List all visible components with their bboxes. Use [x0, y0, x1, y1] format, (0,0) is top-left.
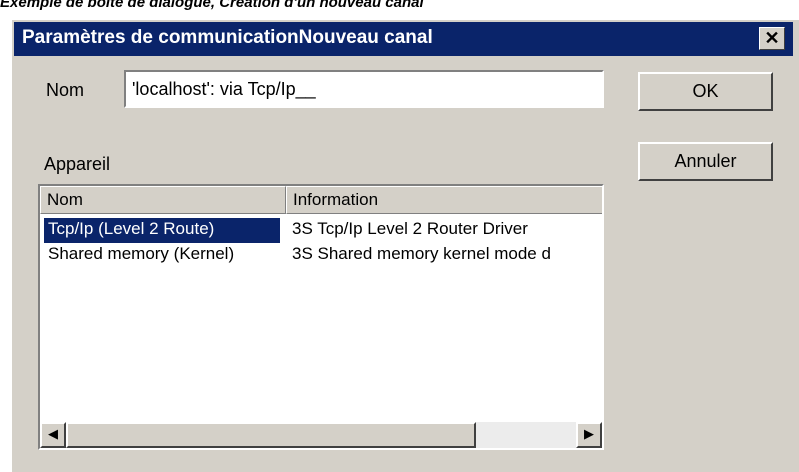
- column-header-information[interactable]: Information: [286, 186, 602, 214]
- figure-caption: Exemple de boîte de dialogue, Création d…: [0, 0, 424, 11]
- device-info-cell: 3S Shared memory kernel mode d: [292, 244, 551, 263]
- close-icon: ✕: [764, 28, 780, 48]
- scroll-thumb[interactable]: [66, 422, 476, 448]
- column-header-name[interactable]: Nom: [40, 186, 286, 214]
- device-name-cell[interactable]: Tcp/Ip (Level 2 Route): [44, 218, 280, 243]
- list-item[interactable]: Tcp/Ip (Level 2 Route) 3S Tcp/Ip Level 2…: [40, 218, 602, 243]
- scroll-right-button[interactable]: ▶: [576, 422, 602, 448]
- communication-dialog: Paramètres de communicationNouveau canal…: [10, 18, 799, 472]
- dialog-title: Paramètres de communicationNouveau canal: [22, 27, 433, 48]
- close-button[interactable]: ✕: [759, 27, 785, 50]
- ok-button[interactable]: OK: [638, 72, 773, 111]
- dialog-titlebar[interactable]: Paramètres de communicationNouveau canal…: [14, 22, 793, 56]
- name-input[interactable]: [124, 70, 604, 108]
- name-label: Nom: [46, 80, 85, 100]
- device-name-cell[interactable]: Shared memory (Kernel): [44, 243, 280, 268]
- device-label: Appareil: [44, 154, 111, 174]
- device-info-cell: 3S Tcp/Ip Level 2 Router Driver: [292, 219, 528, 238]
- arrow-right-icon: ▶: [584, 427, 594, 442]
- list-header: Nom Information: [40, 186, 602, 214]
- scroll-left-button[interactable]: ◀: [40, 422, 66, 448]
- cancel-button[interactable]: Annuler: [638, 142, 773, 181]
- list-item[interactable]: Shared memory (Kernel) 3S Shared memory …: [40, 243, 602, 268]
- device-list[interactable]: Nom Information Tcp/Ip (Level 2 Route) 3…: [38, 184, 604, 450]
- horizontal-scrollbar[interactable]: ◀ ▶: [40, 422, 602, 448]
- arrow-left-icon: ◀: [48, 427, 58, 442]
